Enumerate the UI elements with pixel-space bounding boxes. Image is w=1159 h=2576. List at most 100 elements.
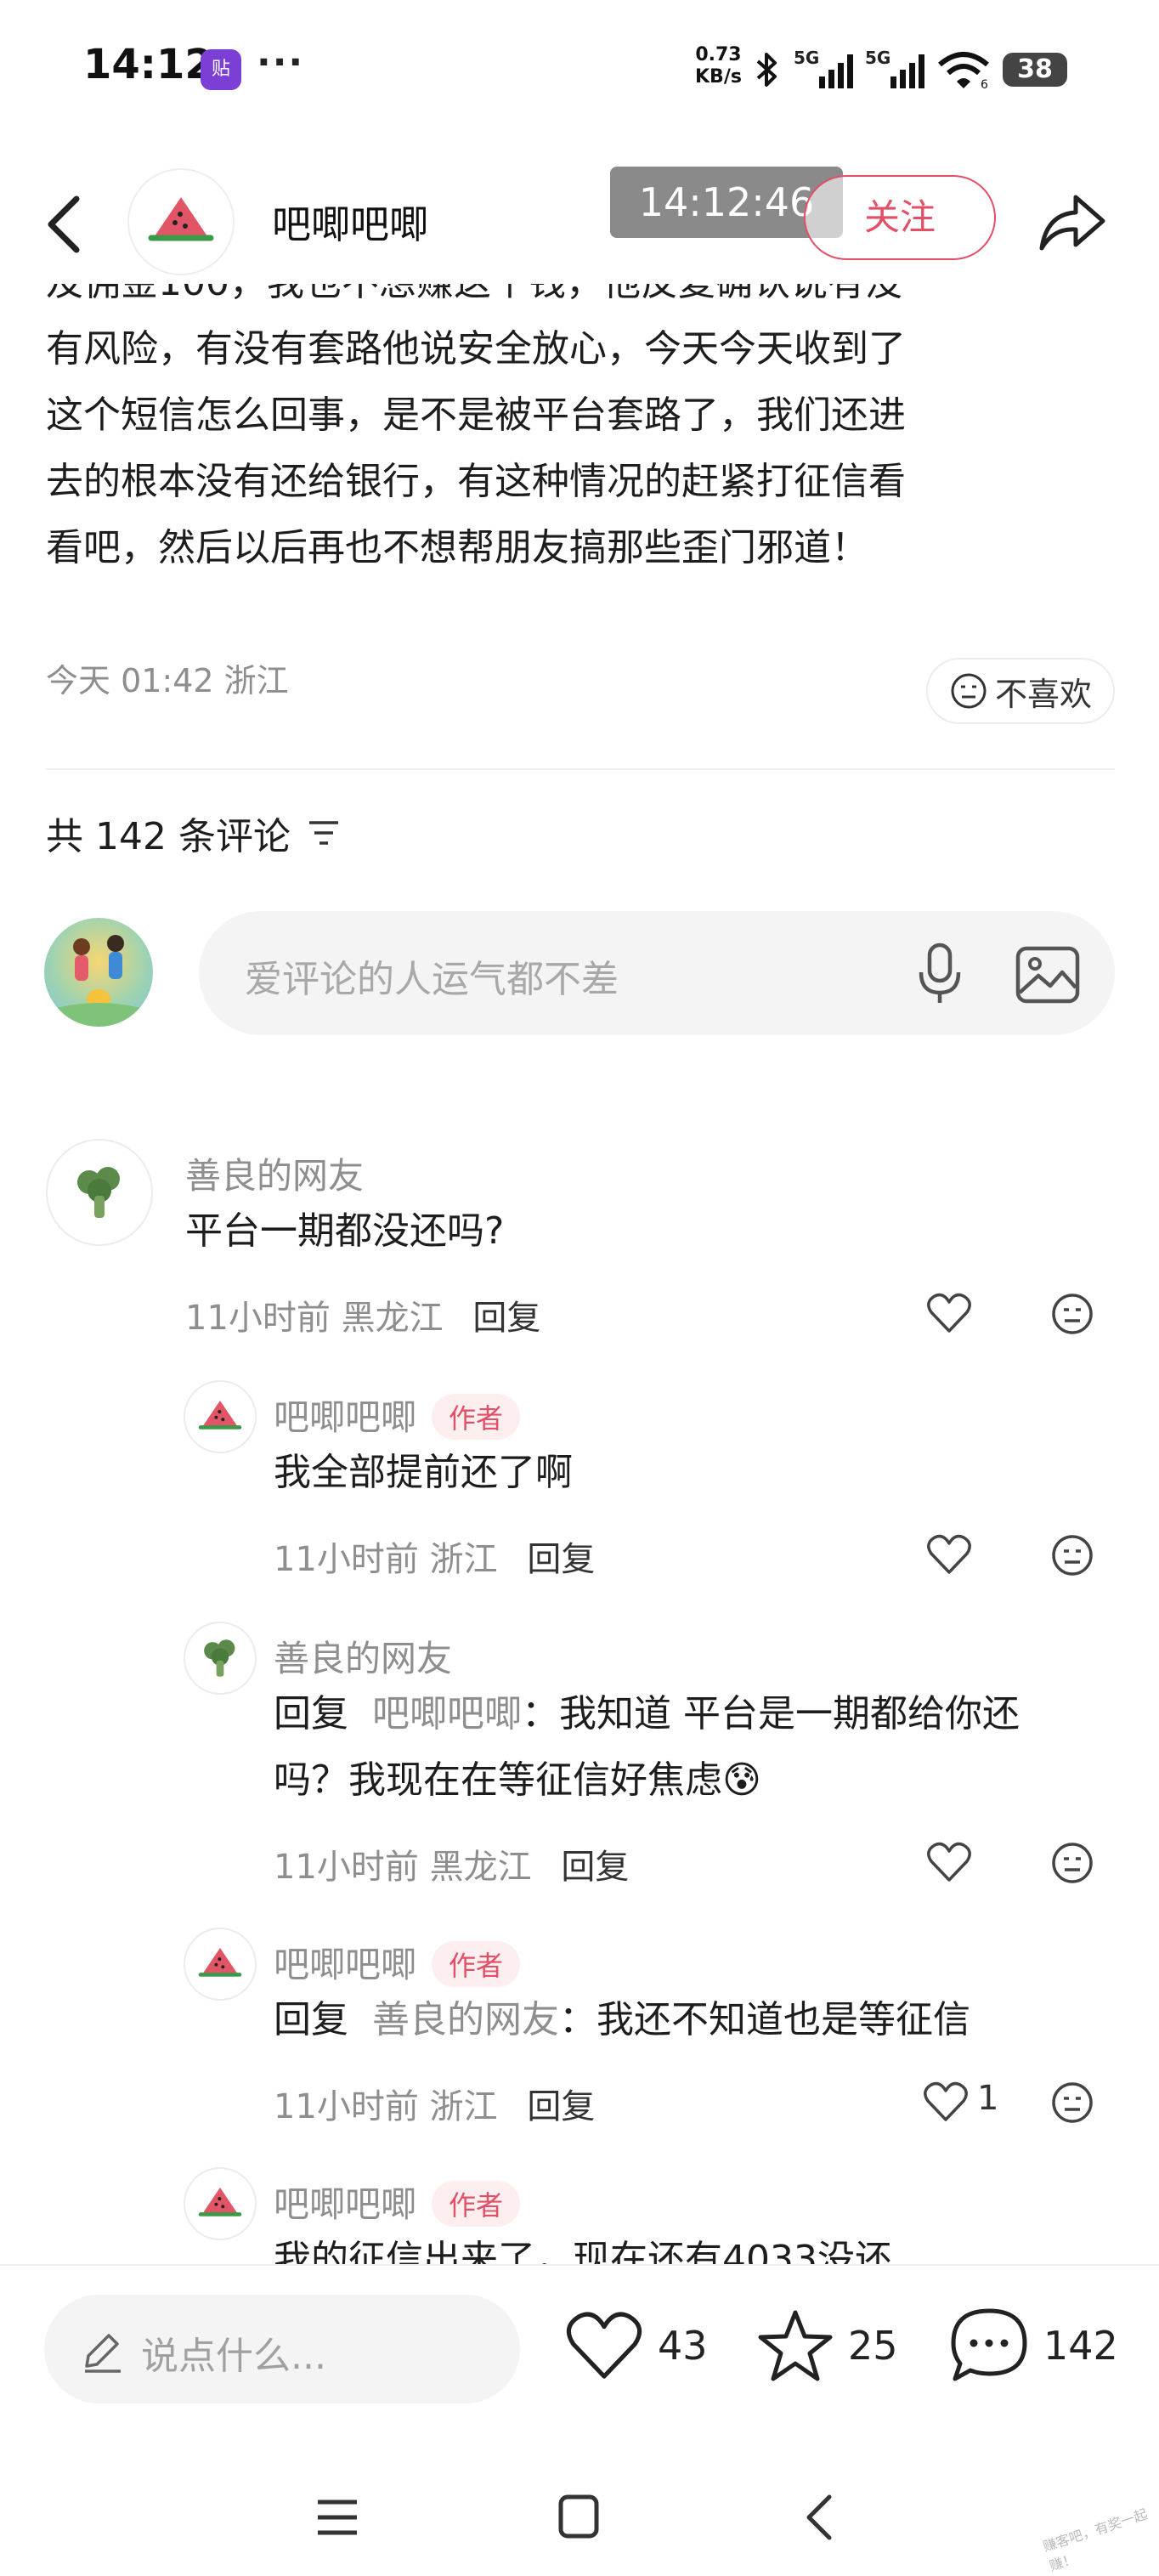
sim2-label: 5G [865,48,891,68]
heart-icon [566,2312,642,2379]
reply-to-user[interactable]: 吧唧吧唧 [372,1692,522,1735]
status-time: 14:12 [83,41,213,88]
like-button[interactable]: 43 [564,2303,708,2388]
watermelon-icon [198,2187,242,2216]
comment-region: 黑龙江 [429,1848,532,1887]
comment-button[interactable]: 142 [948,2303,1118,2388]
heart-icon[interactable] [923,2081,969,2123]
comment-region: 黑龙江 [341,1299,444,1338]
network-speed-unit: KB/s [695,66,742,88]
commenter-name[interactable]: 善良的网友 [185,1147,364,1199]
comment-meta: 11小时前 黑龙江 回复 [185,1290,540,1339]
commenter-name[interactable]: 善良的网友 [274,1630,452,1682]
comment-text-line: 吗？我现在在等征信好焦虑 [274,1758,722,1802]
comment-time: 11小时前 [274,2087,419,2126]
comment-input[interactable]: 爱评论的人运气都不差 [199,911,1115,1035]
battery-icon: 38 [1003,53,1067,87]
my-avatar[interactable] [44,918,153,1027]
comment-text: 我的征信出来了，现在还有4033没还 [274,2238,892,2264]
chat-bubble-icon [951,2308,1027,2381]
share-icon[interactable] [1035,189,1108,257]
commenter-name-text: 吧唧吧唧 [274,1944,417,1985]
signal-sim2-icon: 5G [865,48,924,88]
comment-text: 平台一期都没还吗? [185,1209,505,1253]
reply-item: 吧唧吧唧 作者 我的征信出来了，现在还有4033没还 [0,2167,1159,2264]
author-name[interactable]: 吧唧吧唧 [272,194,428,250]
commenter-avatar[interactable] [184,1928,257,2001]
home-icon[interactable] [557,2494,600,2539]
divider [46,768,1115,770]
commenter-name-text: 吧唧吧唧 [274,1396,417,1438]
reply-button[interactable]: 回复 [472,1299,540,1338]
bluetooth-icon [756,53,777,87]
comment-count-header: 共 142 条评论 [46,806,342,860]
wifi-label: 6 [981,78,988,90]
commenter-name[interactable]: 吧唧吧唧 作者 [274,1936,521,1990]
reply-prefix: 回复 [274,1692,348,1735]
reply-input[interactable]: 说点什么... [44,2295,520,2403]
signal-sim1-icon: 5G [794,48,853,88]
author-badge: 作者 [432,2180,521,2227]
dislike-face-icon[interactable] [1050,2081,1094,2125]
like-count: 43 [658,2323,708,2369]
post-line: 有风险，有没有套路他说安全放心，今天今天收到了 [46,327,906,371]
dislike-button[interactable]: 不喜欢 [926,658,1115,724]
comment-text: 回复 善良的网友：我还不知道也是等征信 [274,1987,1123,2053]
heart-icon[interactable] [926,1841,972,1883]
sort-filter-icon[interactable] [306,818,342,848]
author-avatar[interactable] [127,168,235,275]
commenter-name[interactable]: 吧唧吧唧 作者 [274,2176,521,2230]
author-badge: 作者 [432,1940,521,1987]
heart-icon[interactable] [926,1292,972,1334]
follow-button[interactable]: 关注 [804,175,996,260]
commenter-avatar[interactable] [184,2167,257,2240]
dislike-face-icon[interactable] [1050,1533,1094,1577]
reply-button[interactable]: 回复 [527,1540,595,1579]
image-upload-icon[interactable] [1015,945,1081,1005]
system-back-icon[interactable] [802,2492,836,2543]
reply-item: 吧唧吧唧 作者 我全部提前还了啊 11小时前 浙江 回复 [0,1380,1159,1593]
post-meta: 今天 01:42 浙江 [46,662,289,699]
bottom-action-bar: 说点什么... 43 25 142 [0,2264,1159,2426]
reply-to-user[interactable]: 善良的网友 [372,1998,559,2041]
reply-prefix: 回复 [274,1998,348,2041]
back-arrow-icon[interactable] [37,190,97,258]
more-notifications-icon: ··· [257,41,305,84]
commenter-avatar[interactable] [184,1380,257,1453]
dislike-face-icon[interactable] [1050,1292,1094,1336]
commenter-avatar[interactable] [184,1622,257,1695]
running-people-avatar-icon [44,935,153,1027]
broccoli-icon [204,1639,235,1677]
sim1-label: 5G [794,48,820,68]
comment-input-placeholder: 爱评论的人运气都不差 [245,958,619,1001]
reply-button[interactable]: 回复 [561,1848,629,1887]
status-bar: 14:12 贴 ··· 0.73 KB/s 5G 5G 6 38 [0,0,1159,144]
comment-item: 善良的网友 平台一期都没还吗? 11小时前 黑龙江 回复 [0,1139,1159,1351]
reply-button[interactable]: 回复 [527,2087,595,2126]
commenter-name[interactable]: 吧唧吧唧 作者 [274,1389,521,1443]
watermelon-icon [148,197,214,241]
dislike-face-icon[interactable] [1050,1841,1094,1885]
comment-text: 回复 吧唧吧唧：我知道 平台是一期都给你还 吗？我现在在等征信好焦虑😰 [274,1681,1123,1814]
post-line: 看吧，然后以后再也不想帮朋友搞那些歪门邪道！ [46,526,868,569]
comment-time: 11小时前 [274,1848,419,1887]
recent-apps-icon[interactable] [316,2499,359,2536]
author-badge: 作者 [432,1393,521,1440]
commenter-avatar[interactable] [46,1139,153,1246]
favorite-count: 25 [848,2323,898,2369]
comment-count-label: 共 142 条评论 [46,815,291,858]
post-line: 去的根本没有还给银行，有这种情况的赶紧打征信看 [46,460,906,503]
heart-icon[interactable] [926,1533,972,1576]
comment-count: 142 [1043,2323,1118,2369]
broccoli-icon [77,1167,120,1218]
favorite-button[interactable]: 25 [756,2303,898,2388]
network-speed: 0.73 KB/s [695,44,742,88]
commenter-name-text: 吧唧吧唧 [274,2183,417,2225]
post-line: 及佣金100，我也不想赚这个钱，他反复确认说有没 [46,284,1117,316]
comment-time: 11小时前 [185,1299,331,1338]
comment-region: 浙江 [429,1540,498,1579]
app-notification-icon: 贴 [201,49,241,90]
network-speed-value: 0.73 [695,44,742,65]
microphone-icon[interactable] [914,942,965,1006]
like-count: 1 [977,2079,999,2118]
